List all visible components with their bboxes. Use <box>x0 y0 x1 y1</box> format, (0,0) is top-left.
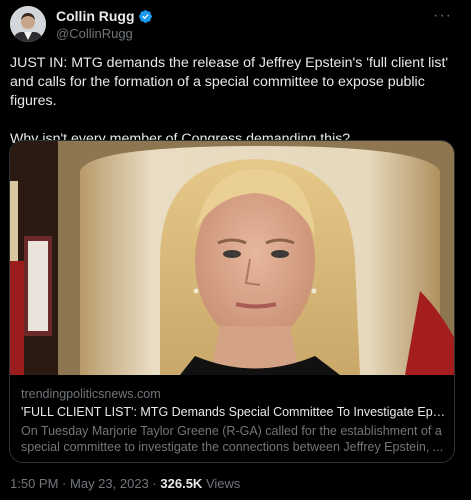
tweet-paragraph-1: JUST IN: MTG demands the release of Jeff… <box>10 55 449 109</box>
card-title[interactable]: 'FULL CLIENT LIST': MTG Demands Special … <box>21 405 447 419</box>
card-description: On Tuesday Marjorie Taylor Greene (R-GA)… <box>21 424 444 454</box>
tweet-footer: 1:50 PM · May 23, 2023 · 326.5K Views <box>10 476 240 491</box>
author-block: Collin Rugg @CollinRugg <box>56 8 153 41</box>
tweet-date[interactable]: May 23, 2023 <box>70 476 149 491</box>
card-domain[interactable]: trendingpoliticsnews.com <box>21 387 447 401</box>
avatar[interactable] <box>10 6 46 42</box>
tweet-header: Collin Rugg @CollinRugg ··· <box>10 5 460 45</box>
author-name[interactable]: Collin Rugg <box>56 8 135 24</box>
tweet: Collin Rugg @CollinRugg ··· JUST IN: MTG… <box>0 0 471 500</box>
views-count[interactable]: 326.5K <box>160 476 202 491</box>
verified-badge-icon <box>138 9 152 23</box>
card-meta: trendingpoliticsnews.com 'FULL CLIENT LI… <box>21 387 447 455</box>
footer-separator: · <box>152 476 157 491</box>
link-card[interactable]: trendingpoliticsnews.com 'FULL CLIENT LI… <box>9 140 455 463</box>
author-handle[interactable]: @CollinRugg <box>56 26 153 41</box>
card-image[interactable] <box>10 141 454 375</box>
tweet-time[interactable]: 1:50 PM <box>10 476 58 491</box>
name-row: Collin Rugg <box>56 8 153 24</box>
more-horizontal-icon[interactable]: ··· <box>433 8 452 24</box>
tweet-text: JUST IN: MTG demands the release of Jeff… <box>10 54 460 149</box>
views-label: Views <box>205 476 241 491</box>
footer-separator: · <box>62 476 67 491</box>
